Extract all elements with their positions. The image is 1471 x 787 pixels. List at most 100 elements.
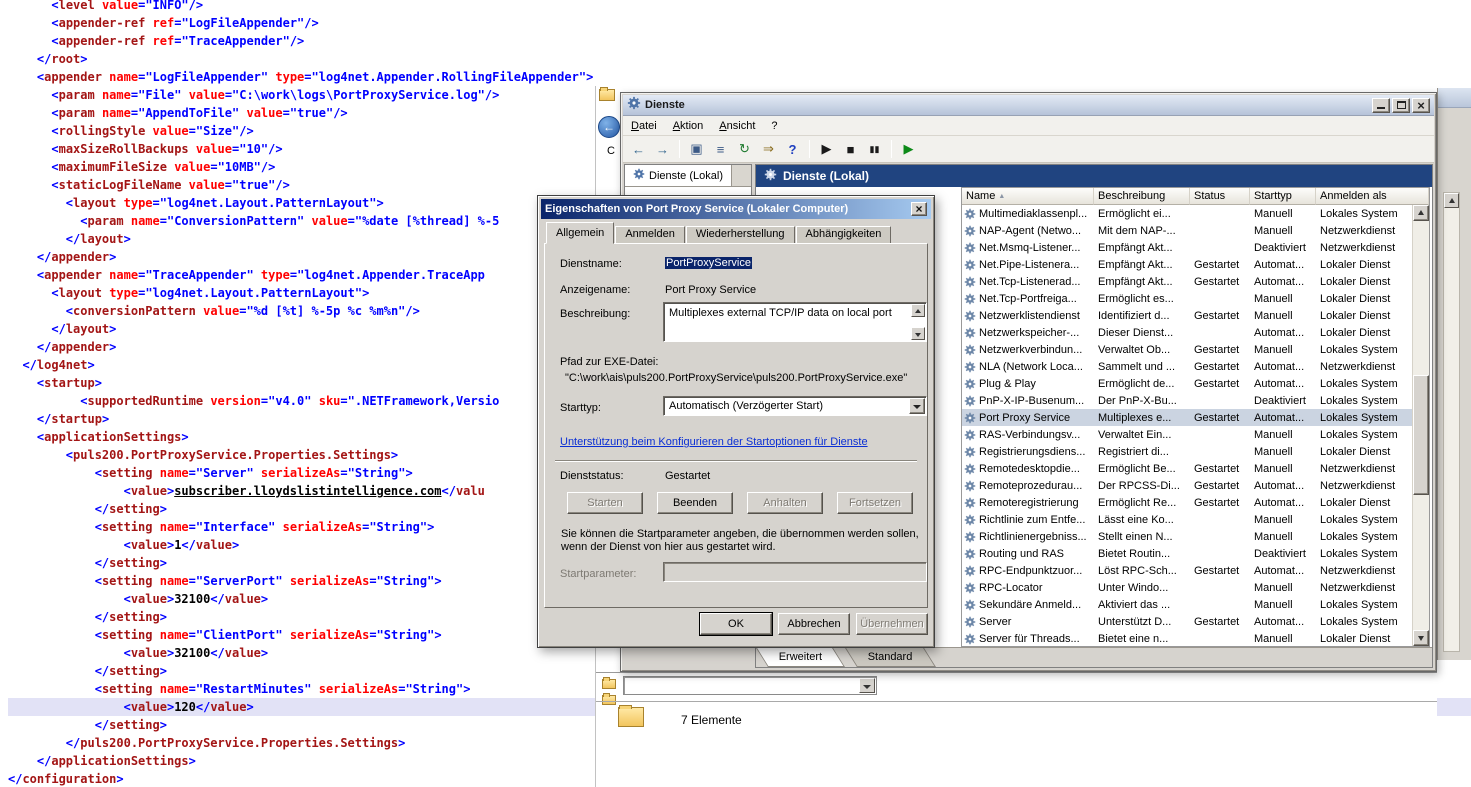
services-scrollbar[interactable] bbox=[1412, 205, 1429, 646]
service-row[interactable]: Routing und RASBietet Routin...Deaktivie… bbox=[962, 545, 1412, 562]
service-row[interactable]: NLA (Network Loca...Sammelt und ...Gesta… bbox=[962, 358, 1412, 375]
service-row[interactable]: ServerUnterstützt D...GestartetAutomat..… bbox=[962, 613, 1412, 630]
start-service-icon[interactable]: ▶ bbox=[816, 139, 837, 159]
background-window-caption bbox=[1438, 88, 1471, 108]
service-row[interactable]: Net.Tcp-Listenerad...Empfängt Akt...Gest… bbox=[962, 273, 1412, 290]
start-params-input[interactable] bbox=[663, 562, 927, 582]
service-row[interactable]: Port Proxy ServiceMultiplexes e...Gestar… bbox=[962, 409, 1412, 426]
dropdown-arrow-icon[interactable] bbox=[909, 398, 925, 414]
menu-help[interactable]: ? bbox=[763, 117, 785, 135]
service-row[interactable]: NetzwerklistendienstIdentifiziert d...Ge… bbox=[962, 307, 1412, 324]
code-line[interactable]: <appender-ref ref="TraceAppender"/> bbox=[8, 32, 1471, 50]
column-header-beschreibung[interactable]: Beschreibung bbox=[1094, 188, 1190, 205]
window-titlebar[interactable]: Dienste bbox=[623, 95, 1434, 116]
service-status-cell: Gestartet bbox=[1190, 375, 1250, 392]
service-row[interactable]: Net.Tcp-Portfreiga...Ermöglicht es...Man… bbox=[962, 290, 1412, 307]
dialog-titlebar[interactable]: Eigenschaften von Port Proxy Service (Lo… bbox=[541, 199, 931, 219]
help-icon[interactable]: ? bbox=[782, 139, 803, 159]
service-name-value[interactable]: PortProxyService bbox=[665, 257, 752, 269]
service-row[interactable]: NAP-Agent (Netwo...Mit dem NAP-...Manuel… bbox=[962, 222, 1412, 239]
service-status-cell bbox=[1190, 443, 1250, 460]
services-gear-icon bbox=[627, 96, 641, 115]
menu-aktion[interactable]: Aktion bbox=[665, 117, 712, 135]
service-row[interactable]: RemoteregistrierungErmöglicht Re...Gesta… bbox=[962, 494, 1412, 511]
dropdown-arrow-icon[interactable] bbox=[859, 678, 875, 693]
service-row[interactable]: Net.Msmq-Listener...Empfängt Akt...Deakt… bbox=[962, 239, 1412, 256]
export-list-icon[interactable]: ≡ bbox=[710, 139, 731, 159]
console-window-icon[interactable]: ▣ bbox=[686, 139, 707, 159]
close-button[interactable] bbox=[1412, 98, 1430, 113]
pause-service-icon[interactable]: ▮▮ bbox=[864, 139, 885, 159]
service-startup-cell: Manuell bbox=[1250, 460, 1316, 477]
service-row[interactable]: Multimediaklassenpl...Ermöglicht ei...Ma… bbox=[962, 205, 1412, 222]
service-row[interactable]: Remoteprozedurau...Der RPCSS-Di...Gestar… bbox=[962, 477, 1412, 494]
stop-service-icon[interactable]: ■ bbox=[840, 139, 861, 159]
code-line[interactable]: <level value="INFO"/> bbox=[8, 0, 1471, 14]
view-tab-standard[interactable]: Standard bbox=[845, 648, 936, 667]
service-row[interactable]: Richtlinie zum Entfe...Lässt eine Ko...M… bbox=[962, 511, 1412, 528]
service-row[interactable]: Server für Threads...Bietet eine n...Man… bbox=[962, 630, 1412, 646]
service-description-cell: Unter Windo... bbox=[1094, 579, 1190, 596]
service-logon-cell: Netzwerkdienst bbox=[1316, 358, 1412, 375]
explorer-dropdown[interactable] bbox=[623, 676, 877, 695]
back-button[interactable]: ← bbox=[598, 116, 620, 138]
tree-tab-dienste-lokal[interactable]: Dienste (Lokal) bbox=[625, 165, 732, 186]
column-header-name[interactable]: Name▲ bbox=[962, 188, 1094, 205]
tab-anmelden[interactable]: Anmelden bbox=[615, 226, 685, 243]
menu-datei[interactable]: Datei bbox=[623, 117, 665, 135]
forward-icon[interactable]: → bbox=[652, 139, 673, 159]
description-text: Multiplexes external TCP/IP data on loca… bbox=[669, 307, 892, 319]
service-name-cell: Multimediaklassenpl... bbox=[962, 205, 1094, 222]
abbrechen-button[interactable]: Abbrechen bbox=[778, 613, 850, 635]
view-tab-erweitert[interactable]: Erweitert bbox=[756, 648, 845, 667]
service-row[interactable]: RPC-LocatorUnter Windo...ManuellNetzwerk… bbox=[962, 579, 1412, 596]
service-row[interactable]: RPC-Endpunktzuor...Löst RPC-Sch...Gestar… bbox=[962, 562, 1412, 579]
code-line[interactable]: <appender name="LogFileAppender" type="l… bbox=[8, 68, 1471, 86]
folder-icon[interactable] bbox=[602, 679, 616, 689]
maximize-button[interactable] bbox=[1392, 98, 1410, 113]
service-row[interactable]: Netzwerkspeicher-...Dieser Dienst...Auto… bbox=[962, 324, 1412, 341]
service-row[interactable]: Sekundäre Anmeld...Aktiviert das ...Manu… bbox=[962, 596, 1412, 613]
refresh-icon[interactable]: ↻ bbox=[734, 139, 755, 159]
scroll-up-icon[interactable] bbox=[911, 304, 925, 317]
back-icon[interactable]: ← bbox=[628, 139, 649, 159]
service-row[interactable]: Plug & PlayErmöglicht de...GestartetAuto… bbox=[962, 375, 1412, 392]
close-icon[interactable] bbox=[911, 202, 927, 216]
ok-button[interactable]: OK bbox=[700, 613, 772, 635]
tab-wiederherstellung[interactable]: Wiederherstellung bbox=[686, 226, 795, 243]
restart-service-icon[interactable]: ▶ bbox=[898, 139, 919, 159]
status-divider bbox=[596, 701, 1437, 702]
beenden-button[interactable]: Beenden bbox=[657, 492, 733, 514]
description-field[interactable]: Multiplexes external TCP/IP data on loca… bbox=[663, 302, 927, 342]
window-controls bbox=[1372, 98, 1430, 113]
code-line[interactable]: <appender-ref ref="LogFileAppender"/> bbox=[8, 14, 1471, 32]
tree-tab-strip: Dienste (Lokal) bbox=[625, 165, 751, 187]
service-row[interactable]: Registrierungsdiens...Registriert di...M… bbox=[962, 443, 1412, 460]
background-scrollbar[interactable] bbox=[1443, 192, 1460, 652]
folder-icon[interactable] bbox=[602, 695, 616, 705]
column-header-starttyp[interactable]: Starttyp bbox=[1250, 188, 1316, 205]
service-row[interactable]: Remotedesktopdie...Ermöglicht Be...Gesta… bbox=[962, 460, 1412, 477]
service-row[interactable]: RAS-Verbindungsv...Verwaltet Ein...Manue… bbox=[962, 426, 1412, 443]
service-row[interactable]: Richtlinienergebniss...Stellt einen N...… bbox=[962, 528, 1412, 545]
service-row[interactable]: Netzwerkverbindun...Verwaltet Ob...Gesta… bbox=[962, 341, 1412, 358]
startup-options-help-link[interactable]: Unterstützung beim Konfigurieren der Sta… bbox=[560, 436, 868, 448]
scroll-up-icon[interactable] bbox=[1413, 205, 1429, 221]
startup-type-select[interactable]: Automatisch (Verzögerter Start) bbox=[663, 396, 927, 416]
export-icon[interactable]: ⇒ bbox=[758, 139, 779, 159]
column-header-anmelden-als[interactable]: Anmelden als bbox=[1316, 188, 1429, 205]
service-description-cell: Sammelt und ... bbox=[1094, 358, 1190, 375]
tab-abhangigkeiten[interactable]: Abhängigkeiten bbox=[796, 226, 892, 243]
service-row[interactable]: Net.Pipe-Listenera...Empfängt Akt...Gest… bbox=[962, 256, 1412, 273]
scroll-down-icon[interactable] bbox=[1413, 630, 1429, 646]
scroll-up-arrow-icon[interactable] bbox=[1444, 193, 1459, 208]
tab-allgemein[interactable]: Allgemein bbox=[546, 222, 614, 244]
service-name-cell: Netzwerkspeicher-... bbox=[962, 324, 1094, 341]
scroll-thumb[interactable] bbox=[1413, 375, 1429, 495]
menu-ansicht[interactable]: Ansicht bbox=[711, 117, 763, 135]
scroll-down-icon[interactable] bbox=[911, 327, 925, 340]
service-row[interactable]: PnP-X-IP-Busenum...Der PnP-X-Bu...Deakti… bbox=[962, 392, 1412, 409]
column-header-status[interactable]: Status bbox=[1190, 188, 1250, 205]
code-line[interactable]: </root> bbox=[8, 50, 1471, 68]
minimize-button[interactable] bbox=[1372, 98, 1390, 113]
